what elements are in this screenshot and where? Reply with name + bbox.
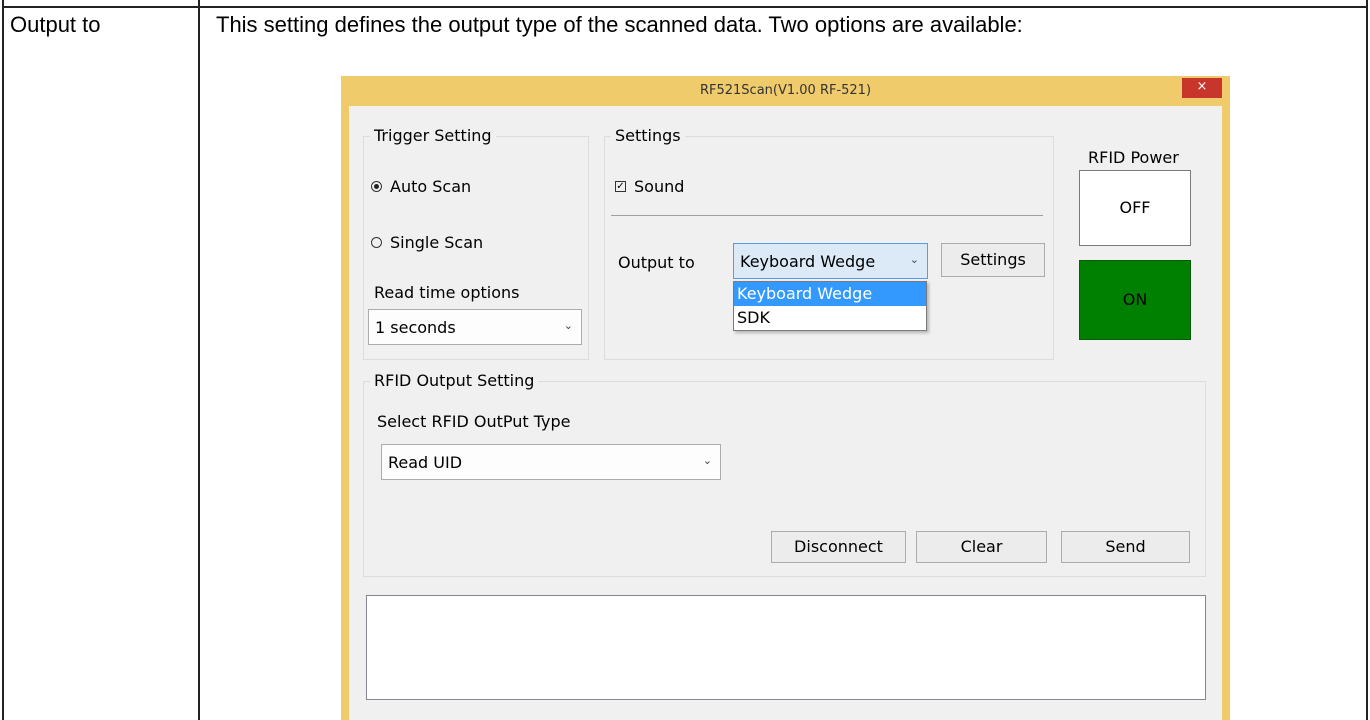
window-title: RF521Scan(V1.00 RF-521) [699, 83, 872, 98]
auto-scan-label: Auto Scan [390, 177, 472, 196]
checkbox-checked-icon: ✓ [615, 181, 626, 192]
table-top-rule [4, 6, 1366, 8]
rfid-power-label: RFID Power [1088, 148, 1179, 167]
rfid-output-type-value: Read UID [388, 453, 463, 472]
row-label: Output to [10, 12, 101, 37]
dropdown-option-keyboard-wedge[interactable]: Keyboard Wedge [734, 282, 926, 306]
single-scan-radio[interactable]: Single Scan [371, 233, 483, 252]
output-text-area[interactable] [366, 595, 1206, 700]
trigger-setting-group: Trigger Setting Auto Scan Single Scan Re… [363, 126, 589, 360]
output-to-dropdown-list: Keyboard Wedge SDK [733, 281, 927, 331]
settings-legend: Settings [611, 126, 685, 145]
settings-button[interactable]: Settings [941, 243, 1045, 277]
close-button[interactable]: × [1182, 78, 1222, 98]
read-time-value: 1 seconds [375, 318, 456, 337]
rfid-output-type-label: Select RFID OutPut Type [377, 412, 571, 431]
rfid-output-type-select[interactable]: Read UID ⌄ [381, 444, 721, 480]
radio-checked-icon [371, 181, 382, 192]
power-off-button[interactable]: OFF [1079, 170, 1191, 246]
row-description: This setting defines the output type of … [216, 12, 1023, 37]
send-button[interactable]: Send [1061, 531, 1190, 563]
auto-scan-radio[interactable]: Auto Scan [371, 177, 471, 196]
radio-unchecked-icon [371, 237, 382, 248]
sound-label: Sound [634, 177, 685, 196]
output-to-select[interactable]: Keyboard Wedge ⌄ [733, 243, 928, 279]
clear-button[interactable]: Clear [916, 531, 1047, 563]
window-client-area: Trigger Setting Auto Scan Single Scan Re… [349, 106, 1222, 720]
disconnect-button[interactable]: Disconnect [771, 531, 906, 563]
scan-app-window: RF521Scan(V1.00 RF-521) × Trigger Settin… [341, 76, 1230, 720]
output-to-label: Output to [618, 253, 695, 272]
power-on-button[interactable]: ON [1079, 260, 1191, 340]
settings-separator [611, 215, 1043, 216]
trigger-setting-legend: Trigger Setting [370, 126, 496, 145]
close-icon: × [1196, 79, 1208, 94]
sound-checkbox[interactable]: ✓ Sound [615, 177, 684, 196]
table-column-divider [198, 0, 200, 720]
chevron-down-icon: ⌄ [702, 454, 712, 467]
rfid-output-legend: RFID Output Setting [370, 371, 539, 390]
read-time-label: Read time options [374, 283, 520, 302]
chevron-down-icon: ⌄ [909, 253, 919, 266]
single-scan-label: Single Scan [390, 233, 484, 252]
chevron-down-icon: ⌄ [563, 319, 573, 332]
dropdown-option-sdk[interactable]: SDK [734, 306, 926, 330]
read-time-select[interactable]: 1 seconds ⌄ [368, 309, 582, 345]
output-to-value: Keyboard Wedge [740, 252, 876, 271]
rfid-output-setting-group: RFID Output Setting Select RFID OutPut T… [363, 371, 1206, 577]
